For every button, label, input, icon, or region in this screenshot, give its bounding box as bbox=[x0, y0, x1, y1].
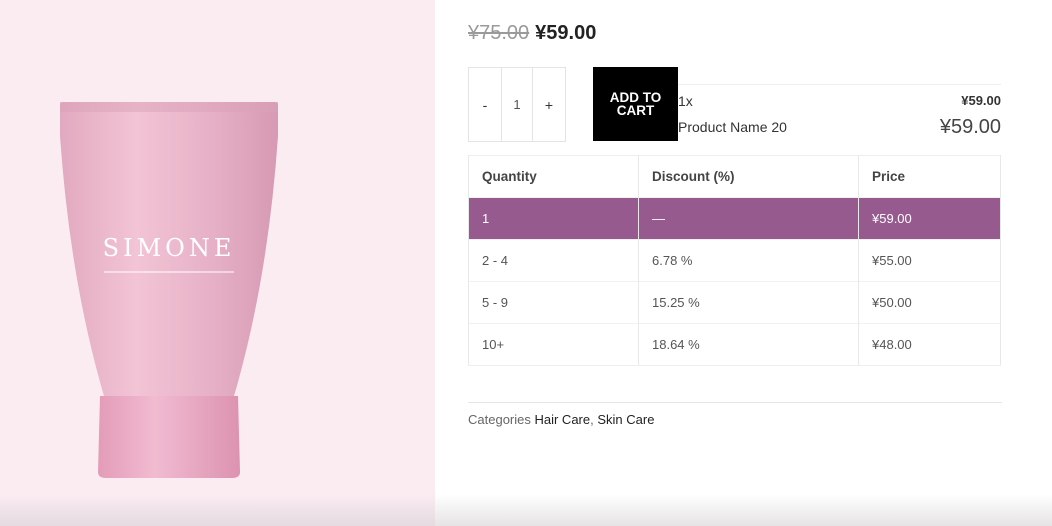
header-discount: Discount (%) bbox=[638, 155, 859, 198]
summary-quantity: 1x bbox=[678, 93, 693, 109]
row-price: ¥59.00 bbox=[858, 197, 1001, 240]
category-link-hair-care[interactable]: Hair Care bbox=[534, 412, 590, 427]
price-summary: 1x ¥59.00 Product Name 20 ¥59.00 bbox=[678, 84, 1001, 142]
add-to-cart-button[interactable]: ADD TO CART bbox=[593, 67, 678, 141]
summary-product-name: Product Name 20 bbox=[678, 119, 787, 135]
tiered-pricing-table: Quantity Discount (%) Price 1 — ¥59.00 2… bbox=[468, 155, 1001, 366]
table-row[interactable]: 10+ 18.64 % ¥48.00 bbox=[468, 323, 1001, 366]
row-discount: 6.78 % bbox=[638, 239, 859, 282]
row-discount: 18.64 % bbox=[638, 323, 859, 366]
row-discount: — bbox=[638, 197, 859, 240]
categories-label: Categories bbox=[468, 412, 535, 427]
row-quantity: 10+ bbox=[468, 323, 639, 366]
table-row[interactable]: 2 - 4 6.78 % ¥55.00 bbox=[468, 239, 1001, 282]
category-link-skin-care[interactable]: Skin Care bbox=[597, 412, 654, 427]
row-price: ¥48.00 bbox=[858, 323, 1001, 366]
price-row: ¥75.00 ¥59.00 bbox=[468, 22, 596, 50]
product-categories: Categories Hair Care, Skin Care bbox=[468, 412, 654, 427]
product-gallery: SIMONE bbox=[0, 0, 435, 526]
summary-total-price: ¥59.00 bbox=[939, 116, 1001, 138]
decrease-quantity-button[interactable]: - bbox=[469, 68, 501, 141]
regular-price: ¥75.00 bbox=[468, 22, 530, 44]
increase-quantity-button[interactable]: + bbox=[533, 68, 565, 141]
row-price: ¥50.00 bbox=[858, 281, 1001, 324]
header-price: Price bbox=[858, 155, 1001, 198]
header-quantity: Quantity bbox=[468, 155, 639, 198]
sale-price: ¥59.00 bbox=[535, 22, 597, 44]
row-quantity: 2 - 4 bbox=[468, 239, 639, 282]
row-discount: 15.25 % bbox=[638, 281, 859, 324]
row-price: ¥55.00 bbox=[858, 239, 1001, 282]
quantity-stepper: - 1 + bbox=[468, 67, 566, 142]
divider bbox=[468, 402, 1002, 403]
product-image[interactable]: SIMONE bbox=[56, 100, 282, 480]
table-row[interactable]: 5 - 9 15.25 % ¥50.00 bbox=[468, 281, 1001, 324]
table-header-row: Quantity Discount (%) Price bbox=[468, 155, 1001, 198]
brand-logo-text: SIMONE bbox=[103, 234, 236, 262]
quantity-input[interactable]: 1 bbox=[501, 68, 533, 141]
table-row[interactable]: 1 — ¥59.00 bbox=[468, 197, 1001, 240]
row-quantity: 1 bbox=[468, 197, 639, 240]
summary-unit-price: ¥59.00 bbox=[961, 93, 1001, 108]
row-quantity: 5 - 9 bbox=[468, 281, 639, 324]
